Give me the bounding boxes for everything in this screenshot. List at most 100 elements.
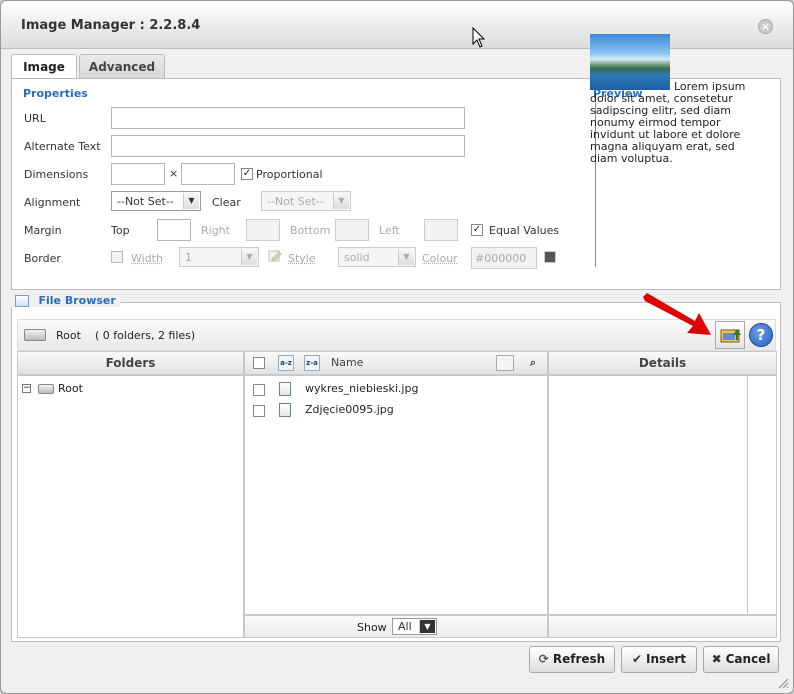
file-checkbox[interactable] [253,384,265,396]
pencil-icon [268,250,282,262]
proportional-label: Proportional [256,168,323,181]
refresh-label: Refresh [552,652,606,666]
border-label: Border [24,252,61,265]
border-width-value: 1 [185,251,192,264]
list-view-icon[interactable] [496,355,514,371]
margin-right-input[interactable] [246,219,280,241]
select-all-checkbox[interactable] [253,357,265,369]
file-list-pane: wykres_niebieski.jpg Zdjęcie0095.jpg [244,375,548,615]
image-file-icon [279,382,291,396]
file-browser-panel: Root ( 0 folders, 2 files) ? Folders − R… [11,302,781,642]
details-pane [548,375,777,615]
alignment-select[interactable]: --Not Set-- ▼ [111,191,201,211]
margin-top-label: Top [111,224,130,237]
details-header: Details [548,351,777,375]
tab-image[interactable]: Image [11,54,77,80]
drive-icon [24,329,46,341]
cancel-icon: ✖ [711,652,722,666]
name-header[interactable]: Name [331,352,363,374]
image-manager-dialog: Image Manager : 2.2.8.4 × Image Advanced… [0,0,794,694]
mouse-cursor-icon [472,27,486,48]
close-icon[interactable]: × [758,19,773,34]
margin-bottom-input[interactable] [335,219,369,241]
border-checkbox[interactable] [111,251,123,263]
insert-button[interactable]: ✔ Insert [621,646,697,673]
chevron-down-icon: ▼ [398,249,414,265]
toolbar-root-label: Root [56,329,81,342]
alt-text-label: Alternate Text [24,140,101,153]
sort-za-icon[interactable]: z-a [304,355,320,371]
red-arrow-annotation [643,293,711,335]
border-style-value: solid [344,251,370,264]
refresh-button[interactable]: ⟳ Refresh [529,646,615,673]
upload-icon [720,329,741,343]
sort-az-icon[interactable]: a-z [278,355,294,371]
preview-text: Lorem ipsum dolor sit amet, consetetur s… [590,80,746,165]
alt-text-input[interactable] [111,135,465,157]
name-header-bar: a-z z-a Name ⌕ [244,351,548,375]
folder-tree-root[interactable]: Root [58,382,83,395]
border-width-select[interactable]: 1 ▼ [179,247,259,267]
clear-select[interactable]: --Not Set-- ▼ [261,191,351,211]
equal-values-checkbox[interactable]: ✓ [471,224,483,236]
margin-top-input[interactable] [157,219,191,241]
border-colour-input[interactable]: #000000 [471,247,537,269]
chevron-down-icon: ▼ [183,193,199,209]
help-icon[interactable]: ? [749,323,773,347]
binoculars-icon[interactable]: ⌕ [525,355,541,371]
properties-legend: Properties [23,87,88,100]
file-item[interactable]: Zdjęcie0095.jpg [305,403,394,416]
url-input[interactable] [111,107,465,129]
clear-label: Clear [212,196,241,209]
details-divider [747,376,748,614]
margin-left-label: Left [379,224,400,237]
dialog-title: Image Manager : 2.2.8.4 [21,18,201,33]
border-style-label: Style [288,252,316,265]
refresh-icon: ⟳ [538,652,549,666]
url-label: URL [24,112,46,125]
cancel-label: Cancel [725,652,771,666]
title-bar[interactable]: Image Manager : 2.2.8.4 × [1,1,793,49]
alignment-label: Alignment [24,196,81,209]
toolbar-summary: ( 0 folders, 2 files) [95,329,196,342]
file-browser-legend-wrap: File Browser [11,294,120,307]
show-select[interactable]: All ▼ [392,618,437,635]
upload-button[interactable] [715,321,745,349]
equal-values-label: Equal Values [489,224,560,237]
clear-value: --Not Set-- [267,195,324,208]
alignment-value: --Not Set-- [117,195,174,208]
file-checkbox[interactable] [253,405,265,417]
root-drive-icon [38,384,54,394]
file-browser-legend: File Browser [38,294,116,307]
dimensions-times: × [169,167,179,180]
cancel-button[interactable]: ✖ Cancel [703,646,779,673]
height-input[interactable] [181,163,235,185]
check-icon: ✔ [631,652,643,666]
folder-browser-icon [15,295,29,307]
margin-right-label: Right [201,224,230,237]
dimensions-label: Dimensions [24,168,89,181]
border-width-label: Width [131,252,163,265]
resize-grip-icon[interactable] [777,677,789,689]
collapse-icon[interactable]: − [22,384,31,393]
colour-swatch[interactable] [544,251,556,263]
border-colour-label: Colour [422,252,458,265]
insert-label: Insert [646,652,686,666]
proportional-checkbox[interactable]: ✓ [241,168,253,180]
tab-advanced[interactable]: Advanced [79,54,165,79]
show-value: All [398,620,412,633]
details-footer [548,615,777,638]
chevron-down-icon: ▼ [333,193,349,209]
folders-pane: − Root [17,375,244,638]
chevron-down-icon: ▼ [419,620,435,633]
show-label: Show [357,621,387,634]
margin-left-input[interactable] [424,219,458,241]
margin-label: Margin [24,224,62,237]
show-bar: Show All ▼ [244,615,548,638]
chevron-down-icon: ▼ [241,249,257,265]
folders-header: Folders [17,351,244,375]
image-file-icon [279,403,291,417]
border-style-select[interactable]: solid ▼ [338,247,416,267]
width-input[interactable] [111,163,165,185]
file-item[interactable]: wykres_niebieski.jpg [305,382,418,395]
